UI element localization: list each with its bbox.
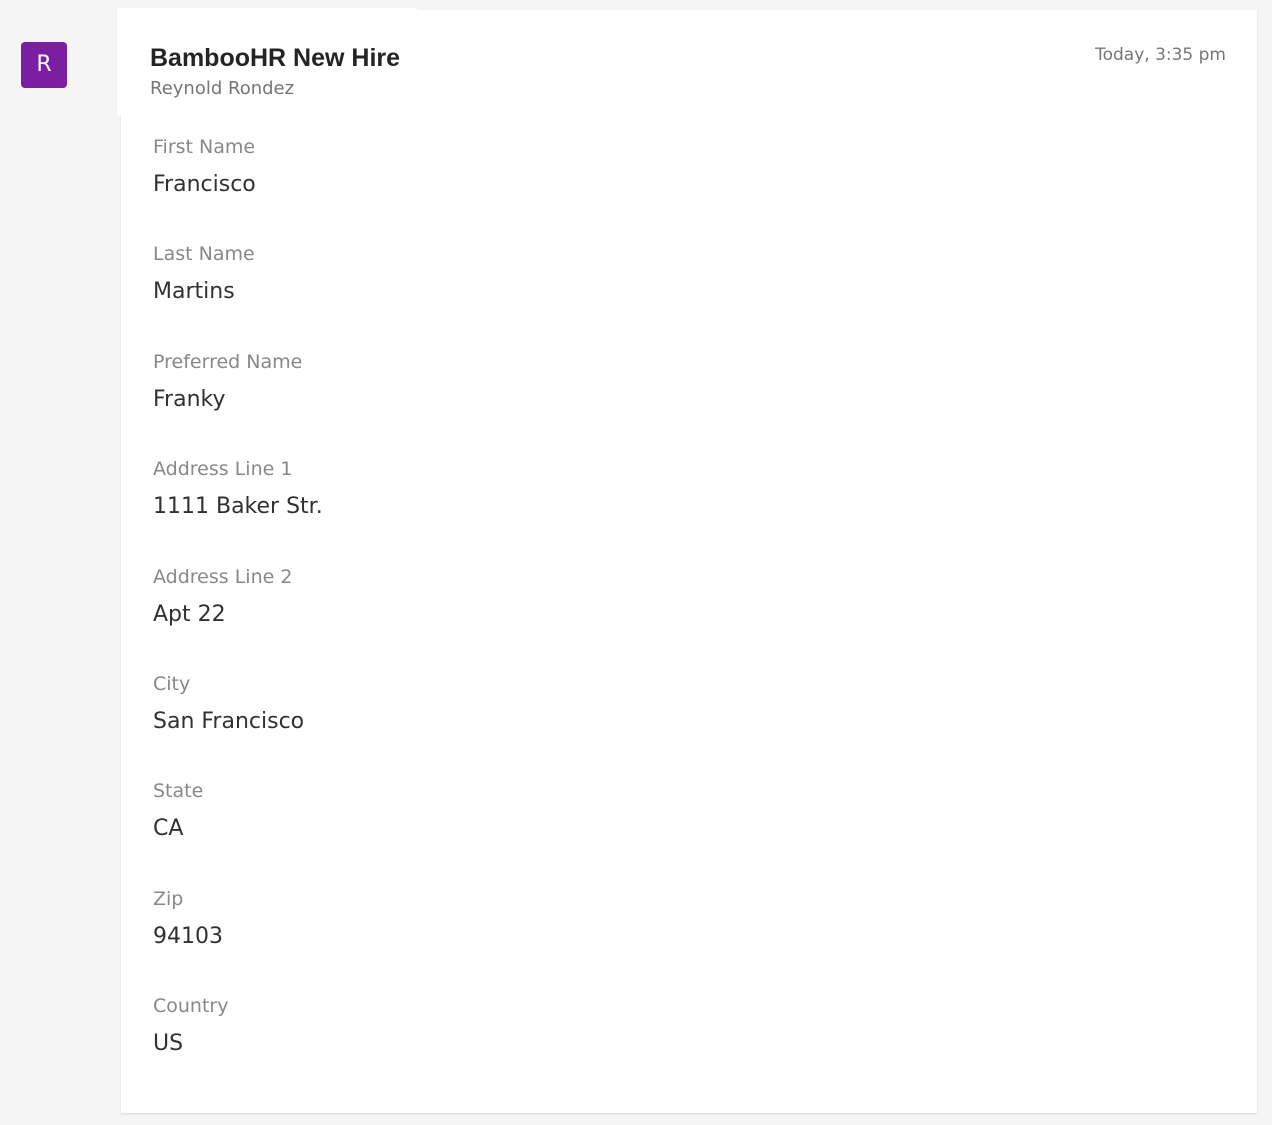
field-state: State CA bbox=[153, 777, 323, 884]
field-zip: Zip 94103 bbox=[153, 885, 323, 992]
fields-list: First Name Francisco Last Name Martins P… bbox=[153, 133, 323, 1100]
field-label: Country bbox=[153, 995, 229, 1018]
field-address-line-1: Address Line 1 1111 Baker Str. bbox=[153, 455, 323, 562]
field-address-line-2: Address Line 2 Apt 22 bbox=[153, 563, 323, 670]
field-value: 1111 Baker Str. bbox=[153, 494, 323, 520]
message-timestamp: Today, 3:35 pm bbox=[1095, 45, 1226, 65]
field-value: Martins bbox=[153, 279, 235, 305]
sender-name[interactable]: Reynold Rondez bbox=[150, 78, 294, 100]
field-value: Apt 22 bbox=[153, 601, 226, 627]
field-first-name: First Name Francisco bbox=[153, 133, 323, 240]
field-last-name: Last Name Martins bbox=[153, 240, 323, 347]
field-preferred-name: Preferred Name Franky bbox=[153, 348, 323, 455]
message-title: BambooHR New Hire bbox=[150, 44, 401, 72]
field-value: US bbox=[153, 1031, 184, 1057]
field-label: Zip bbox=[153, 887, 184, 910]
field-label: City bbox=[153, 672, 191, 695]
field-label: Preferred Name bbox=[153, 350, 303, 373]
avatar[interactable]: R bbox=[21, 42, 67, 88]
field-value: Francisco bbox=[153, 172, 256, 197]
field-value: 94103 bbox=[153, 923, 223, 949]
field-label: Address Line 1 bbox=[153, 458, 293, 481]
field-label: Address Line 2 bbox=[153, 565, 293, 588]
field-label: Last Name bbox=[153, 243, 255, 266]
field-label: State bbox=[153, 780, 204, 803]
field-country: Country US bbox=[153, 992, 323, 1099]
field-value: Franky bbox=[153, 386, 226, 412]
field-value: CA bbox=[153, 816, 184, 842]
field-city: City San Francisco bbox=[153, 670, 323, 777]
field-label: First Name bbox=[153, 136, 256, 158]
field-value: San Francisco bbox=[153, 708, 305, 734]
